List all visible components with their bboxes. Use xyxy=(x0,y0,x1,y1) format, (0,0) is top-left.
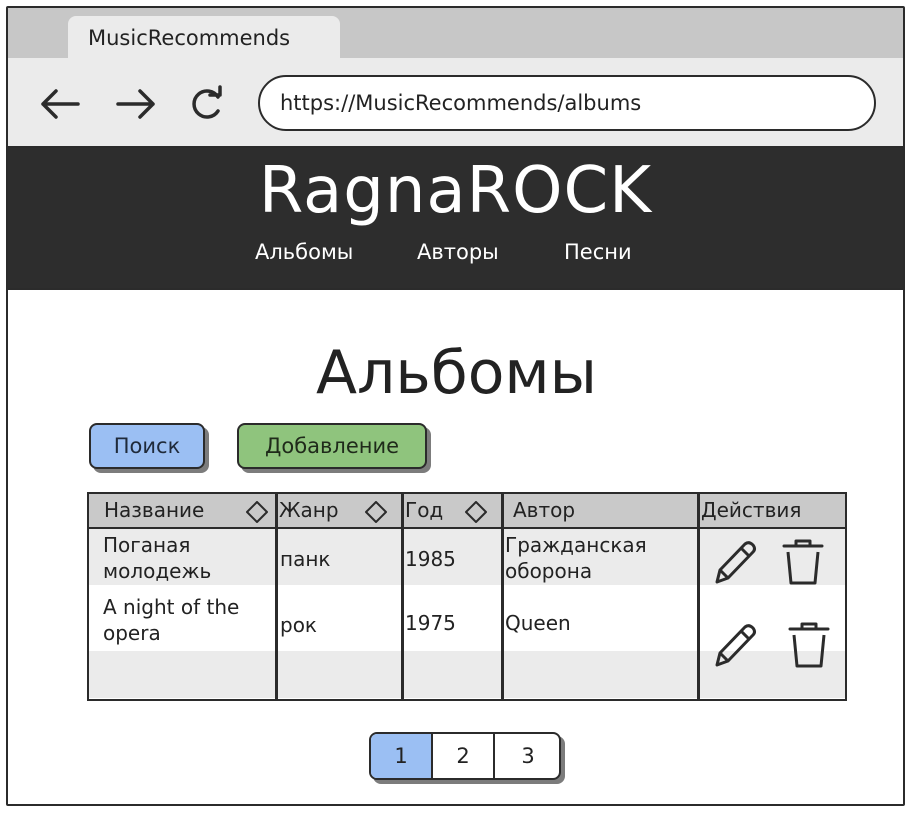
column-header-author: Автор xyxy=(513,498,576,522)
column-header-actions: Действия xyxy=(701,498,802,522)
reload-button[interactable] xyxy=(184,85,232,122)
column-divider xyxy=(697,494,700,699)
album-author: Queen xyxy=(505,611,571,635)
pagination: 1 2 3 xyxy=(369,732,561,780)
album-name: Поганая молодежь xyxy=(103,533,212,583)
page-number: 3 xyxy=(521,744,535,768)
search-button[interactable]: Поиск xyxy=(89,423,205,469)
albums-table: Название Жанр Год Автор Действия Поганая… xyxy=(87,492,847,701)
nav-link-songs[interactable]: Песни xyxy=(564,240,632,264)
site-header: RagnaROCK Альбомы Авторы Песни xyxy=(8,148,903,290)
edit-icon[interactable] xyxy=(709,619,761,671)
page-button-1[interactable]: 1 xyxy=(371,734,433,778)
browser-tab[interactable]: MusicRecommends xyxy=(68,16,340,60)
column-divider xyxy=(401,494,404,699)
sort-icon[interactable] xyxy=(365,501,387,523)
album-name: A night of the opera xyxy=(103,595,240,645)
page-button-3[interactable]: 3 xyxy=(495,734,559,778)
sort-icon[interactable] xyxy=(465,501,487,523)
tab-title: MusicRecommends xyxy=(88,26,291,50)
album-genre: панк xyxy=(280,547,331,571)
sort-icon[interactable] xyxy=(246,501,268,523)
column-header-genre[interactable]: Жанр xyxy=(279,498,339,522)
column-header-year[interactable]: Год xyxy=(405,498,443,522)
album-genre: рок xyxy=(280,613,318,637)
trash-icon[interactable] xyxy=(779,536,827,588)
column-divider xyxy=(501,494,504,699)
site-logo[interactable]: RagnaROCK xyxy=(8,154,903,228)
nav-link-albums[interactable]: Альбомы xyxy=(255,240,353,264)
search-button-label: Поиск xyxy=(113,434,181,458)
album-year: 1985 xyxy=(405,547,456,571)
page-number: 1 xyxy=(394,744,408,768)
add-button-label: Добавление xyxy=(264,434,400,458)
column-header-name[interactable]: Название xyxy=(104,498,204,522)
url-text: https://MusicRecommends/albums xyxy=(280,91,642,115)
browser-toolbar: https://MusicRecommends/albums xyxy=(8,58,903,148)
page-title: Альбомы xyxy=(315,338,598,408)
add-button[interactable]: Добавление xyxy=(237,423,427,469)
edit-icon[interactable] xyxy=(709,536,761,588)
address-bar[interactable]: https://MusicRecommends/albums xyxy=(258,75,876,131)
trash-icon[interactable] xyxy=(785,619,833,671)
album-year: 1975 xyxy=(405,611,456,635)
page-button-2[interactable]: 2 xyxy=(433,734,495,778)
reload-icon xyxy=(192,85,222,119)
forward-button[interactable] xyxy=(112,86,160,122)
page-number: 2 xyxy=(456,744,470,768)
arrow-left-icon xyxy=(41,89,80,119)
nav-link-authors[interactable]: Авторы xyxy=(417,240,499,264)
column-divider xyxy=(275,494,278,699)
album-author: Гражданская оборона xyxy=(505,533,647,583)
arrow-right-icon xyxy=(116,89,155,119)
back-button[interactable] xyxy=(36,86,84,122)
